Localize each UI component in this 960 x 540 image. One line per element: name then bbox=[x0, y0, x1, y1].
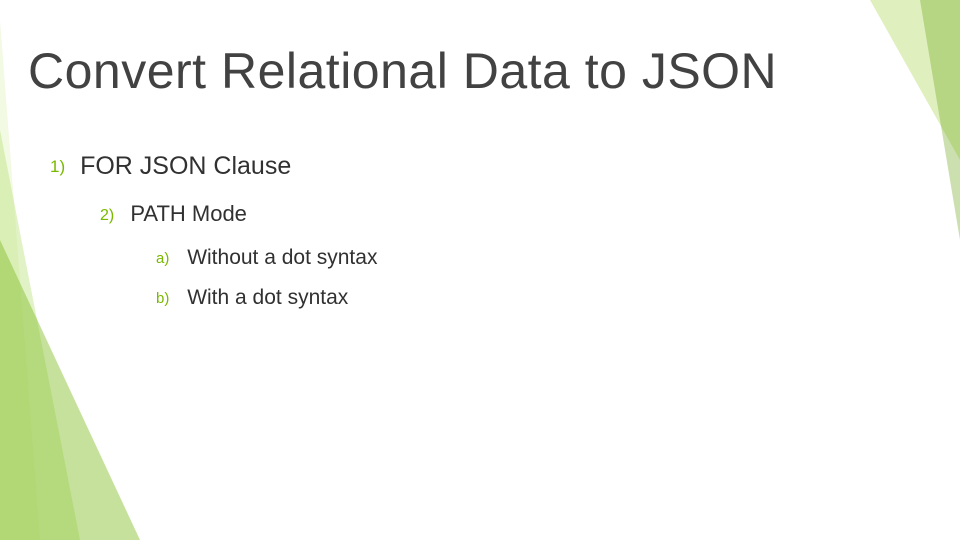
list-text: FOR JSON Clause bbox=[80, 152, 291, 180]
list-item-level2: 2) PATH Mode bbox=[100, 201, 247, 227]
decorative-triangle bbox=[920, 0, 960, 240]
list-text: With a dot syntax bbox=[187, 286, 348, 309]
slide-title: Convert Relational Data to JSON bbox=[28, 42, 777, 100]
list-marker: 1) bbox=[50, 157, 65, 176]
list-text: Without a dot syntax bbox=[187, 246, 377, 269]
list-item-level3: b) With a dot syntax bbox=[156, 286, 377, 310]
list-marker: 2) bbox=[100, 207, 114, 224]
list-text: PATH Mode bbox=[130, 201, 247, 226]
list-item-level1: 1) FOR JSON Clause bbox=[50, 152, 291, 181]
slide: Convert Relational Data to JSON 1) FOR J… bbox=[0, 0, 960, 540]
list-marker: a) bbox=[156, 250, 169, 267]
decorative-triangle bbox=[870, 0, 960, 160]
list-marker: b) bbox=[156, 290, 169, 307]
decorative-triangle bbox=[0, 130, 80, 540]
list-item-level3: a) Without a dot syntax bbox=[156, 246, 377, 270]
list-level3-group: a) Without a dot syntax b) With a dot sy… bbox=[100, 230, 377, 310]
